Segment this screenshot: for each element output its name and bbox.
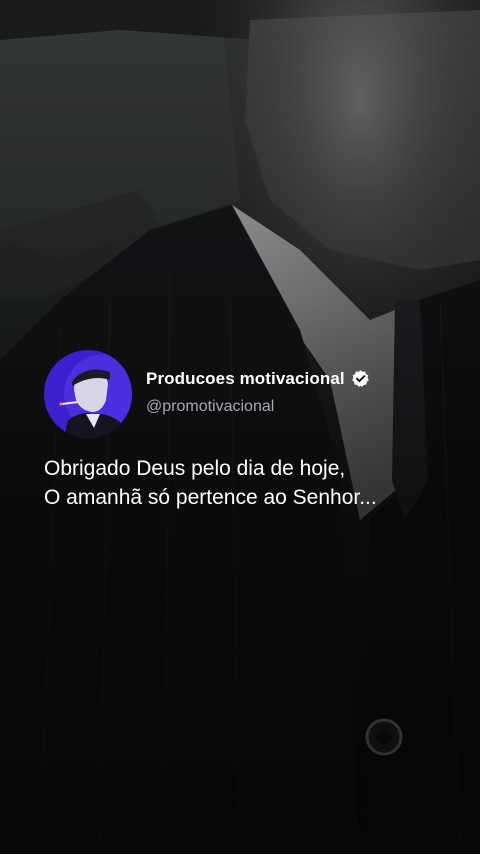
avatar-image	[44, 350, 132, 438]
message-line: O amanhã só pertence ao Senhor...	[44, 486, 377, 509]
verified-check-icon	[351, 370, 369, 387]
post-message: Obrigado Deus pelo dia de hoje, O amanhã…	[44, 454, 464, 512]
account-name-row: Producoes motivacional	[146, 369, 370, 389]
message-line: Obrigado Deus pelo dia de hoje,	[44, 457, 346, 480]
avatar[interactable]	[44, 350, 132, 438]
video-frame: Producoes motivacional @promotivacional …	[0, 0, 480, 854]
account-meta: Producoes motivacional @promotivacional	[146, 369, 370, 416]
account-name[interactable]: Producoes motivacional	[146, 369, 345, 389]
account-handle[interactable]: @promotivacional	[146, 398, 370, 416]
post-header: Producoes motivacional @promotivacional	[44, 350, 464, 438]
quote-post: Producoes motivacional @promotivacional …	[44, 350, 464, 512]
